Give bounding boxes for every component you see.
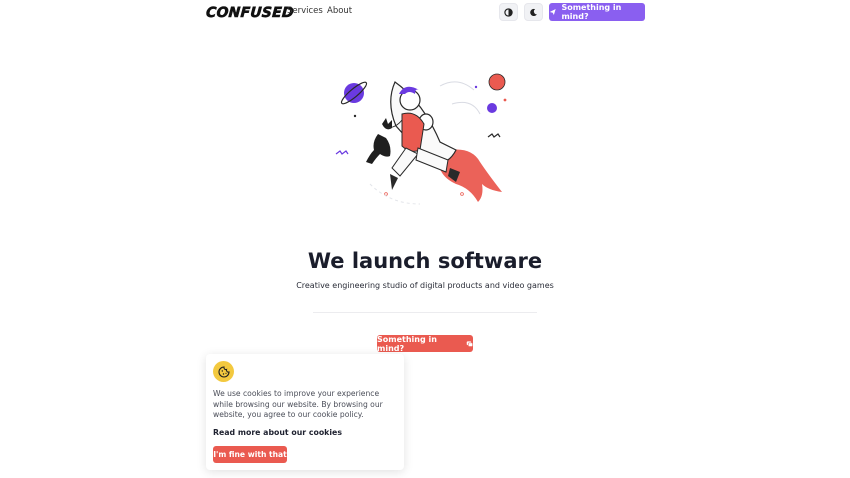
cookie-icon-badge [213, 361, 234, 382]
logo-wordmark: CONFUSED [205, 4, 295, 21]
moon-icon [530, 8, 537, 16]
planet-left-icon [344, 83, 364, 103]
send-icon [549, 9, 556, 15]
contact-cta-label: Something in mind? [561, 3, 622, 21]
planet-right-icon [488, 73, 506, 91]
hero-divider [313, 312, 537, 313]
contrast-toggle-button[interactable] [499, 3, 518, 21]
moon-small-icon [487, 103, 497, 113]
chat-icon [466, 340, 473, 347]
contact-cta-button[interactable]: Something in mind? [549, 3, 645, 21]
hero-title: We launch software [307, 249, 543, 273]
nav-link-services[interactable]: Services [287, 6, 323, 16]
cookie-message: We use cookies to improve your experienc… [213, 389, 383, 420]
hero-subtitle: Creative engineering studio of digital p… [296, 281, 554, 290]
brand-logo[interactable]: CONFUSED [205, 4, 295, 21]
cookie-banner: We use cookies to improve your experienc… [206, 354, 404, 470]
nav-link-about[interactable]: About [327, 6, 352, 16]
cookie-icon [217, 365, 230, 378]
contrast-icon [504, 7, 513, 17]
dark-mode-button[interactable] [524, 3, 543, 21]
cookie-accept-button[interactable]: I'm fine with that [213, 446, 287, 463]
hero-cta-label: Something in mind? [377, 334, 437, 353]
cookie-policy-link[interactable]: Read more about our cookies [213, 428, 342, 437]
rocket-illustration [335, 73, 507, 205]
top-navbar: CONFUSED Services About Something in min… [0, 0, 850, 25]
hero-cta-button[interactable]: Something in mind? [377, 334, 473, 353]
